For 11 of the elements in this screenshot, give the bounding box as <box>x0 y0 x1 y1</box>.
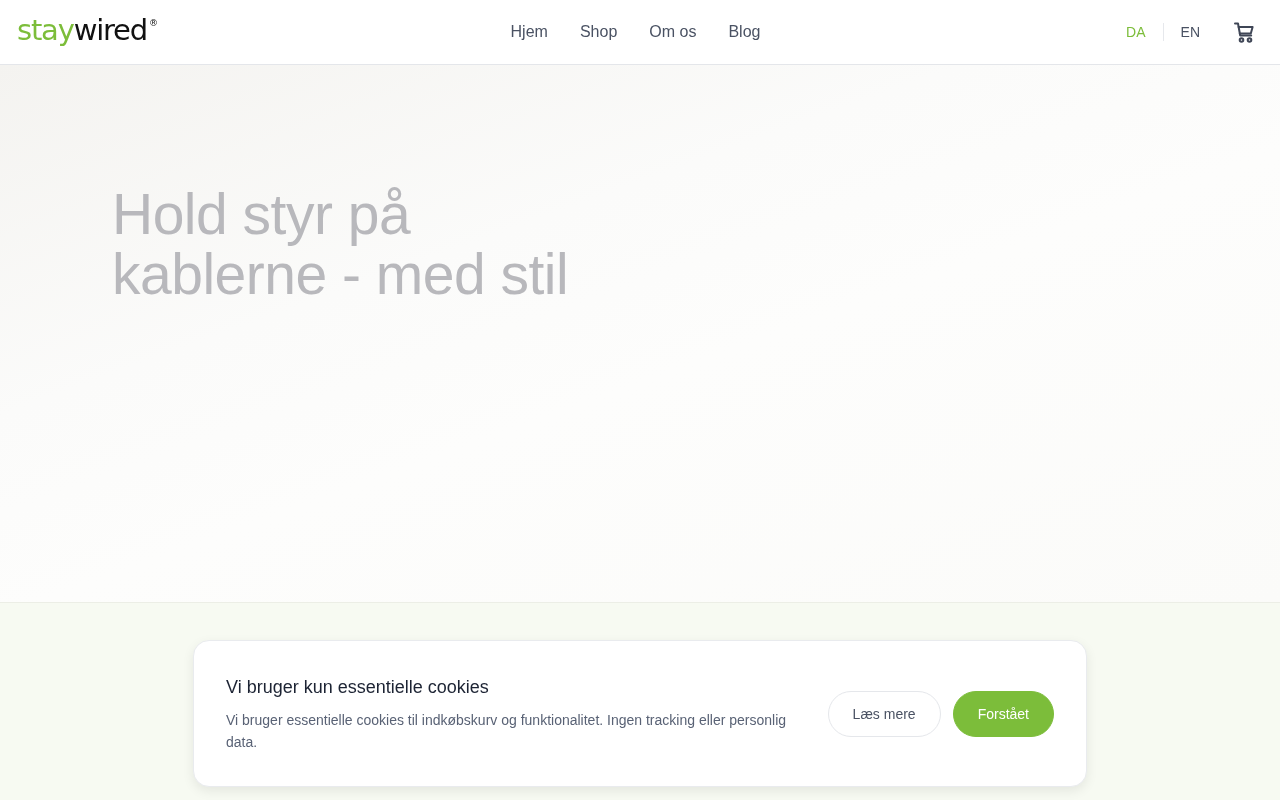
nav-link[interactable]: Blog <box>728 23 761 41</box>
nav-link[interactable]: Hjem <box>510 23 548 41</box>
nav-link[interactable]: Shop <box>579 23 618 41</box>
logo[interactable]: staywired$^{®}$ <box>17 16 158 45</box>
nav-link[interactable]: Om os <box>649 23 697 41</box>
cookie-title: Vi bruger kun essentielle cookies <box>226 676 490 699</box>
cart-icon[interactable] <box>1234 21 1254 43</box>
cookie-text: Vi bruger essentielle cookies til indkøbskurv og funktionalitet. Ingen tracking eller personlig data. <box>226 711 788 752</box>
read-more-button[interactable]: Læs mere <box>827 690 941 737</box>
language-option[interactable]: EN <box>1180 24 1200 40</box>
hero-heading: Hold styr på kablerne - med stil <box>112 184 569 304</box>
